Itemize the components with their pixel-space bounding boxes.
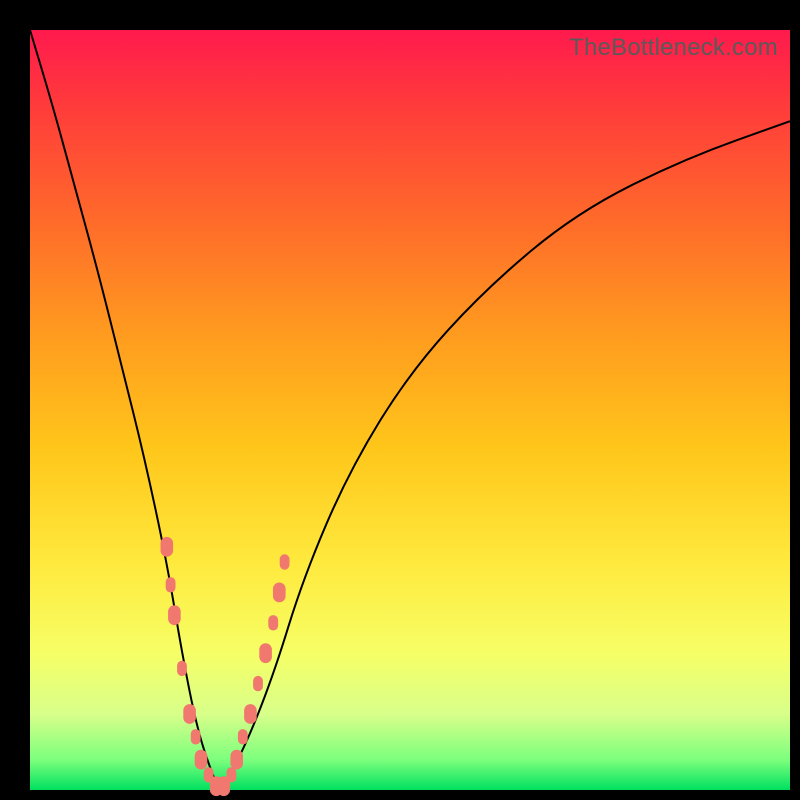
curve-marker (191, 729, 201, 744)
curve-marker (273, 583, 286, 603)
curve-marker (244, 704, 257, 724)
plot-area: TheBottleneck.com (30, 30, 790, 790)
curve-marker (166, 577, 176, 592)
bottleneck-curve (30, 30, 790, 785)
curve-marker (268, 615, 278, 630)
curve-marker (195, 750, 208, 770)
curve-marker (238, 729, 248, 744)
curve-marker (227, 767, 237, 782)
chart-svg (30, 30, 790, 790)
curve-marker (161, 537, 174, 557)
curve-marker (259, 643, 272, 663)
curve-marker (253, 676, 263, 691)
curve-markers (161, 537, 290, 796)
curve-marker (230, 750, 243, 770)
chart-frame: TheBottleneck.com (0, 0, 800, 800)
curve-marker (177, 661, 187, 676)
curve-marker (183, 704, 196, 724)
curve-marker (280, 554, 290, 569)
curve-marker (168, 605, 181, 625)
